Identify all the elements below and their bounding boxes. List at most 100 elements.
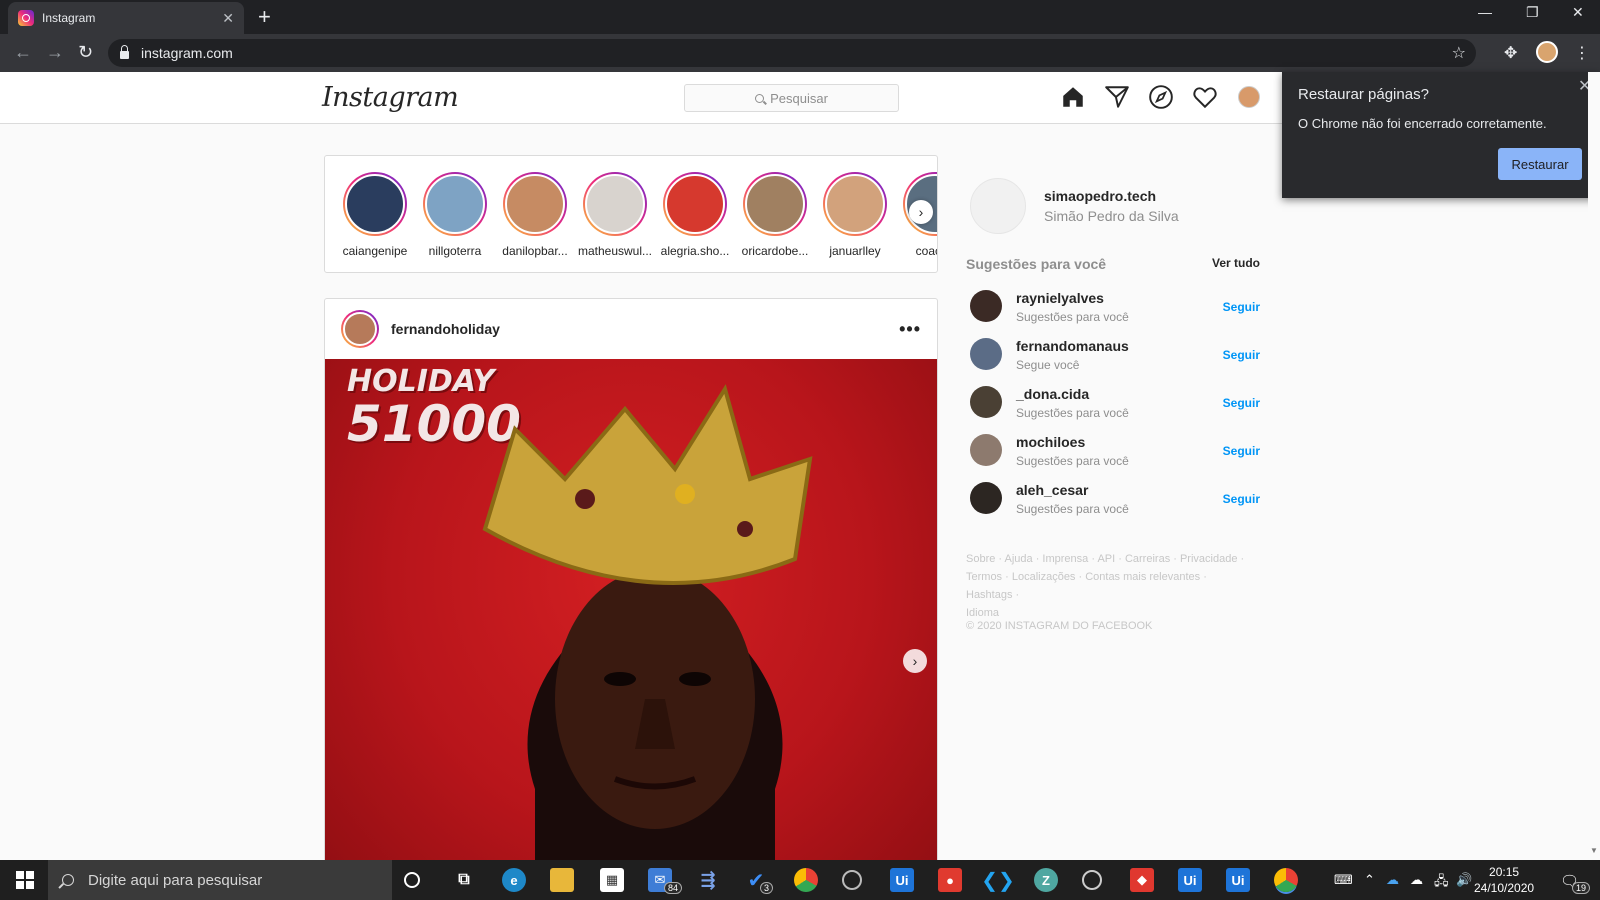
back-arrow-icon[interactable]: ← <box>14 42 32 63</box>
home-icon[interactable] <box>1060 84 1086 110</box>
onedrive-personal-cloud-icon[interactable]: ☁ <box>1410 872 1423 888</box>
story-item[interactable]: caiangenipe <box>335 172 415 258</box>
current-user-fullname: Simão Pedro da Silva <box>1044 208 1179 224</box>
task-view-icon[interactable]: ⧉ <box>452 868 476 892</box>
suggestion-avatar[interactable] <box>970 434 1002 466</box>
teams-icon[interactable]: ⇶ <box>696 868 720 892</box>
uipath-icon[interactable]: Ui <box>890 868 914 892</box>
see-all-link[interactable]: Ver tudo <box>1212 256 1260 272</box>
follow-button[interactable]: Seguir <box>1223 444 1260 458</box>
chrome-menu-icon[interactable]: ⋮ <box>1574 43 1590 63</box>
volume-icon[interactable]: 🔊 <box>1456 872 1472 888</box>
post-more-options-icon[interactable]: ••• <box>899 319 921 340</box>
tab-title: Instagram <box>42 11 96 25</box>
profile-avatar[interactable] <box>1238 86 1260 108</box>
zeal-icon[interactable]: Z <box>1034 868 1058 892</box>
file-explorer-icon[interactable] <box>550 868 574 892</box>
story-item[interactable]: januarlley <box>815 172 895 258</box>
search-placeholder: Pesquisar <box>770 90 828 106</box>
show-hidden-icons-chevron-icon[interactable]: ⌃ <box>1364 872 1375 888</box>
follow-button[interactable]: Seguir <box>1223 348 1260 362</box>
suggestion-avatar[interactable] <box>970 290 1002 322</box>
minimize-window-button[interactable]: — <box>1478 4 1492 20</box>
uipath-assistant-icon[interactable]: Ui <box>1226 868 1250 892</box>
suggestion-avatar[interactable] <box>970 386 1002 418</box>
suggestion-username[interactable]: fernandomanaus <box>1016 338 1129 354</box>
address-bar[interactable]: instagram.com ☆ <box>108 39 1476 67</box>
instagram-logo[interactable]: Instagram <box>322 82 459 113</box>
chrome-canary-icon[interactable] <box>794 868 818 892</box>
onedrive-cloud-icon[interactable]: ☁ <box>1386 872 1399 888</box>
forward-arrow-icon[interactable]: → <box>46 42 64 63</box>
edge-browser-icon[interactable]: e <box>502 868 526 892</box>
current-user-avatar[interactable] <box>970 178 1026 234</box>
suggestion-item: raynielyalves Sugestões para você Seguir <box>970 286 1260 334</box>
scroll-down-arrow-icon[interactable]: ▼ <box>1590 846 1598 855</box>
reload-icon[interactable]: ↻ <box>78 42 93 63</box>
network-icon[interactable]: 🖧 <box>1434 872 1449 894</box>
screen-recorder-icon[interactable]: ● <box>938 868 962 892</box>
notification-count: 19 <box>1572 882 1591 894</box>
follow-button[interactable]: Seguir <box>1223 300 1260 314</box>
restore-dialog-title: Restaurar páginas? <box>1298 86 1429 103</box>
stories-next-chevron-icon[interactable]: › <box>909 200 933 224</box>
restore-window-button[interactable]: ❐ <box>1526 4 1539 21</box>
windows-taskbar: Digite aqui para pesquisar ⧉ e ▦ ✉ 84 ⇶ … <box>0 860 1600 900</box>
copyright: © 2020 INSTAGRAM DO FACEBOOK <box>966 620 1153 632</box>
tab-close-icon[interactable]: ✕ <box>222 10 234 27</box>
suggestion-item: aleh_cesar Sugestões para você Seguir <box>970 478 1260 526</box>
post-next-chevron-icon[interactable]: › <box>903 649 927 673</box>
search-input[interactable]: Pesquisar <box>684 84 899 112</box>
anydesk-icon[interactable]: ◆ <box>1130 868 1154 892</box>
search-icon <box>62 874 74 886</box>
bookmark-star-icon[interactable]: ☆ <box>1452 43 1466 63</box>
taskbar-clock[interactable]: 20:15 24/10/2020 <box>1474 864 1534 896</box>
vscode-icon[interactable]: ❮❯ <box>981 868 1015 892</box>
obs-icon[interactable] <box>842 870 862 890</box>
store-icon[interactable]: ▦ <box>600 868 624 892</box>
extensions-puzzle-icon[interactable]: ✥ <box>1504 43 1517 63</box>
footer-links-line[interactable]: Termos · Localizações · Contas mais rele… <box>966 568 1256 604</box>
footer-links-line[interactable]: Sobre · Ajuda · Imprensa · API · Carreir… <box>966 550 1256 568</box>
suggestion-reason: Segue você <box>1016 358 1080 372</box>
post-username[interactable]: fernandoholiday <box>391 321 899 337</box>
suggestion-item: _dona.cida Sugestões para você Seguir <box>970 382 1260 430</box>
activity-heart-icon[interactable] <box>1192 84 1218 110</box>
post-author-avatar[interactable] <box>341 310 379 348</box>
suggestion-username[interactable]: raynielyalves <box>1016 290 1104 306</box>
keyboard-icon[interactable]: ⌨ <box>1334 872 1353 888</box>
post-image[interactable]: HOLIDAY 51000 › <box>325 359 937 897</box>
story-item[interactable]: nillgoterra <box>415 172 495 258</box>
taskbar-search-input[interactable]: Digite aqui para pesquisar <box>48 860 392 900</box>
new-tab-button[interactable]: + <box>258 4 271 30</box>
crowned-face-illustration <box>482 384 813 897</box>
story-item[interactable]: danilopbar... <box>495 172 575 258</box>
current-user-username[interactable]: simaopedro.tech <box>1044 188 1156 204</box>
story-username: januarlley <box>829 244 881 258</box>
post-header: fernandoholiday ••• <box>325 299 937 359</box>
follow-button[interactable]: Seguir <box>1223 492 1260 506</box>
suggestion-username[interactable]: aleh_cesar <box>1016 482 1088 498</box>
suggestion-avatar[interactable] <box>970 482 1002 514</box>
windows-start-icon[interactable] <box>16 871 34 889</box>
suggestion-reason: Sugestões para você <box>1016 502 1129 516</box>
settings-gear-icon[interactable] <box>1082 870 1102 890</box>
mail-badge: 84 <box>664 882 683 894</box>
story-item[interactable]: alegria.sho... <box>655 172 735 258</box>
browser-tab-instagram[interactable]: Instagram ✕ <box>8 2 244 34</box>
story-item[interactable]: matheuswul... <box>575 172 655 258</box>
suggestion-avatar[interactable] <box>970 338 1002 370</box>
restore-button[interactable]: Restaurar <box>1498 148 1582 180</box>
direct-message-icon[interactable] <box>1104 84 1130 110</box>
cortana-icon[interactable] <box>404 872 420 888</box>
page-scrollbar[interactable]: ▼ <box>1588 72 1600 860</box>
chrome-icon[interactable] <box>1274 868 1298 892</box>
suggestion-username[interactable]: mochiloes <box>1016 434 1085 450</box>
explore-compass-icon[interactable] <box>1148 84 1174 110</box>
close-window-button[interactable]: ✕ <box>1572 4 1584 21</box>
suggestion-username[interactable]: _dona.cida <box>1016 386 1089 402</box>
chrome-profile-avatar[interactable] <box>1536 41 1558 63</box>
follow-button[interactable]: Seguir <box>1223 396 1260 410</box>
uipath-studio-icon[interactable]: Ui <box>1178 868 1202 892</box>
story-item[interactable]: oricardobe... <box>735 172 815 258</box>
